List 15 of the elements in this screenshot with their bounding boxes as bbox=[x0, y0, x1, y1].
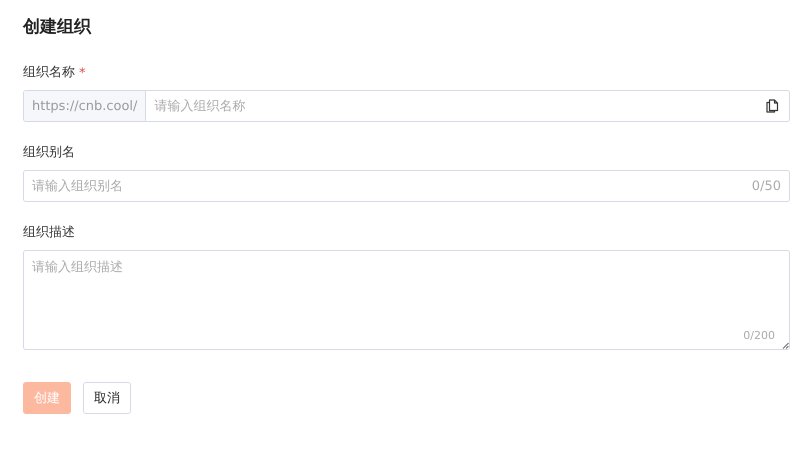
name-input[interactable]: 请输入组织名称 bbox=[146, 91, 766, 121]
alias-input[interactable]: 请输入组织别名 bbox=[24, 171, 752, 201]
field-label: 组织描述 bbox=[23, 226, 75, 240]
copy-icon[interactable] bbox=[766, 99, 779, 113]
cancel-button[interactable]: 取消 bbox=[83, 382, 131, 414]
name-field[interactable]: https://cnb.cool/ 请输入组织名称 bbox=[23, 90, 790, 122]
char-counter: 0/50 bbox=[752, 178, 782, 194]
char-counter: 0/200 bbox=[743, 329, 775, 342]
resize-handle-icon[interactable] bbox=[782, 342, 789, 349]
page-title: 创建组织 bbox=[23, 16, 92, 39]
required-mark: * bbox=[79, 66, 86, 80]
url-prefix: https://cnb.cool/ bbox=[24, 91, 146, 121]
field-label: 组织别名 bbox=[23, 146, 75, 160]
field-label: 组织名称 bbox=[23, 66, 75, 80]
alias-field[interactable]: 请输入组织别名 0/50 bbox=[23, 170, 790, 202]
